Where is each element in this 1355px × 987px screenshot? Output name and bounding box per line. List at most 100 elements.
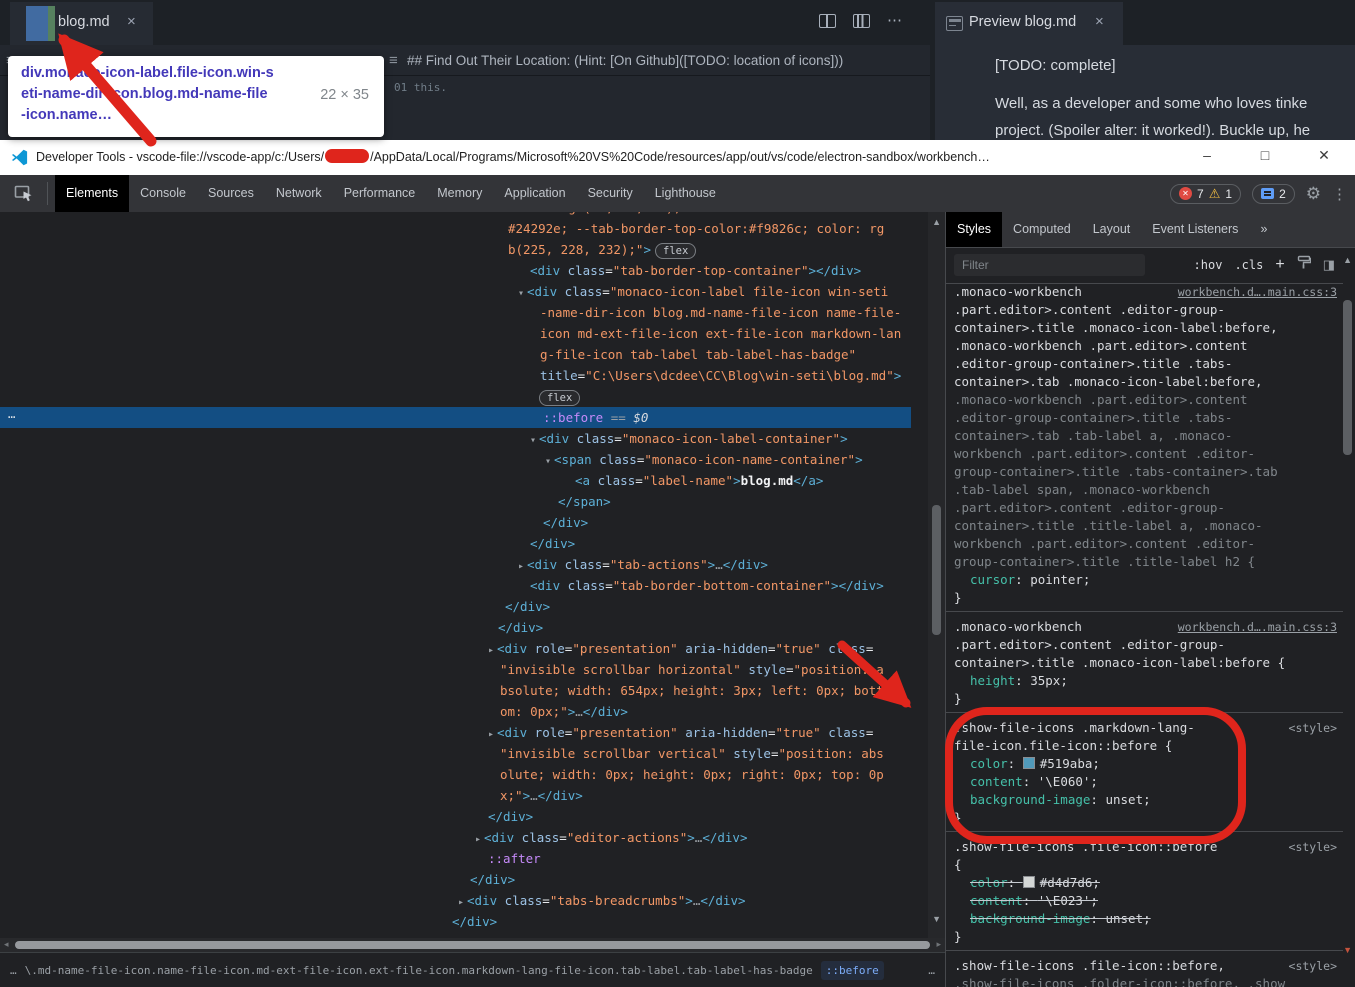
style-rule-property[interactable]: color: #519aba; <box>970 755 1339 773</box>
elements-tree-line[interactable]: </div> <box>498 617 543 638</box>
styles-tab-event-listeners[interactable]: Event Listeners <box>1141 212 1249 247</box>
rule-source-link[interactable]: workbench.d….main.css:3 <box>1178 283 1337 301</box>
elements-tree-line[interactable]: </span> <box>558 491 611 512</box>
style-rule-selector[interactable]: .tab-label span, .monaco-workbench <box>954 481 1339 499</box>
devtools-tab-elements[interactable]: Elements <box>55 175 129 212</box>
toggle-class-button[interactable]: .cls <box>1234 258 1263 272</box>
breadcrumb-item[interactable]: … <box>928 964 935 977</box>
style-rule-selector[interactable]: .show-file-icons .file-icon::before,<sty… <box>954 957 1339 975</box>
rule-source-link[interactable]: workbench.d….main.css:3 <box>1178 618 1337 636</box>
elements-tree-line[interactable]: ::after <box>488 848 541 869</box>
devtools-tab-sources[interactable]: Sources <box>197 175 265 212</box>
inspect-element-icon[interactable] <box>14 183 34 203</box>
style-rule-property[interactable]: color: #d4d7d6; <box>970 874 1339 892</box>
elements-scrollbar[interactable] <box>932 505 941 635</box>
styles-tab-styles[interactable]: Styles <box>946 212 1002 247</box>
elements-tree-line[interactable]: g-file-icon tab-label tab-label-has-badg… <box>540 344 856 365</box>
scroll-up-icon[interactable]: ▲ <box>1343 255 1352 265</box>
console-errors-badge[interactable]: ✕ 7 ⚠ 1 <box>1170 184 1241 204</box>
elements-tree-line[interactable]: <div class="tab-border-top-container"></… <box>530 260 861 281</box>
elements-tree-line[interactable]: <a class="label-name">blog.md</a> <box>575 470 823 491</box>
elements-tree-line[interactable]: ::before == $0 <box>543 407 648 428</box>
close-button[interactable]: ✕ <box>1309 147 1339 164</box>
style-rule-selector[interactable]: .editor-group-container>.title .tabs- <box>954 409 1339 427</box>
elements-tree-line[interactable]: </div> <box>543 512 588 533</box>
style-rule-selector[interactable]: .part.editor>.content .editor-group- <box>954 301 1339 319</box>
devtools-tab-network[interactable]: Network <box>265 175 333 212</box>
devtools-tab-performance[interactable]: Performance <box>333 175 427 212</box>
style-rule-property[interactable]: content: '\E023'; <box>970 892 1339 910</box>
elements-tree-line[interactable]: b(225, 228, 232);">flex <box>508 239 696 262</box>
style-rule-selector[interactable]: .editor-group-container>.title .tabs- <box>954 355 1339 373</box>
elements-tree-line[interactable]: ▸<div class="editor-actions">…</div> <box>475 827 747 850</box>
style-rule-property[interactable]: cursor: pointer; <box>970 571 1339 589</box>
devtools-tab-console[interactable]: Console <box>129 175 197 212</box>
styles-filter-input[interactable] <box>954 254 1145 276</box>
elements-tree-line[interactable]: "invisible scrollbar vertical" style="po… <box>500 743 884 764</box>
style-rule-selector[interactable]: .monaco-workbench .part.editor>.content <box>954 391 1339 409</box>
style-rule-selector[interactable]: .monaco-workbench .part.editor>.content <box>954 337 1339 355</box>
breadcrumb-item[interactable]: … <box>10 964 17 977</box>
elements-tree-line[interactable]: </div> <box>530 533 575 554</box>
scroll-left-icon[interactable]: ◂ <box>4 939 9 950</box>
breadcrumb-pseudo-before[interactable]: ::before <box>821 961 884 980</box>
new-style-rule-button[interactable]: + <box>1275 256 1284 274</box>
styles-tab-layout[interactable]: Layout <box>1082 212 1142 247</box>
scroll-up-icon[interactable]: ▲ <box>932 217 941 227</box>
style-rule-selector[interactable]: file-icon.file-icon::before { <box>954 737 1339 755</box>
style-rule-selector[interactable]: .show-file-icons .markdown-lang-<style> <box>954 719 1339 737</box>
styles-scrollbar[interactable] <box>1343 300 1352 455</box>
devtools-tab-application[interactable]: Application <box>493 175 576 212</box>
style-rule-selector[interactable]: group-container>.title .tabs-container>.… <box>954 463 1339 481</box>
elements-tree-line[interactable]: ▸<div role="presentation" aria-hidden="t… <box>488 722 873 745</box>
elements-tree-line[interactable]: #24292e; --tab-border-top-color:#f9826c;… <box>508 218 884 239</box>
elements-tree-line[interactable]: om: 0px;">…</div> <box>500 701 628 722</box>
style-rule-selector[interactable]: .monaco-workbenchworkbench.d….main.css:3 <box>954 618 1339 636</box>
styles-tab-»[interactable]: » <box>1249 212 1278 247</box>
style-rule-selector[interactable]: container>.tab .tab-label a, .monaco- <box>954 427 1339 445</box>
style-rule-selector[interactable]: .part.editor>.content .editor-group- <box>954 636 1339 654</box>
devtools-tab-memory[interactable]: Memory <box>426 175 493 212</box>
scroll-right-icon[interactable]: ▸ <box>936 939 941 950</box>
style-rule-selector[interactable]: .part.editor>.content .editor-group- <box>954 499 1339 517</box>
elements-tree-line[interactable]: olute; width: 0px; height: 0px; right: 0… <box>500 764 884 785</box>
elements-tree-line[interactable]: ▾<div class="monaco-icon-label file-icon… <box>518 281 888 304</box>
rendering-emulation-icon[interactable] <box>1297 255 1311 275</box>
style-rule-property[interactable]: background-image: unset; <box>970 791 1339 809</box>
style-rule-selector[interactable]: container>.title .monaco-icon-label:befo… <box>954 319 1339 337</box>
scroll-down-icon[interactable]: ▼ <box>932 914 941 924</box>
elements-tree-line[interactable]: ▸<div class="tabs-breadcrumbs">…</div> <box>458 890 746 913</box>
issues-badge[interactable]: 2 <box>1252 184 1295 204</box>
tab-preview-blog-md[interactable]: Preview blog.md × <box>935 2 1123 45</box>
elements-tree-line[interactable]: title="C:\Users\dcdee\CC\Blog\win-seti\b… <box>540 365 901 386</box>
more-actions-icon[interactable]: ⋯ <box>887 15 902 27</box>
elements-tree-line[interactable]: bsolute; width: 654px; height: 3px; left… <box>500 680 884 701</box>
style-rule-selector[interactable]: .show-file-icons .folder-icon::before, .… <box>954 975 1339 987</box>
style-rule-selector[interactable]: workbench .part.editor>.content .editor- <box>954 535 1339 553</box>
minimize-button[interactable]: – <box>1192 147 1222 163</box>
tab-blog-md[interactable]: blog.md × <box>10 2 153 45</box>
elements-tree-line[interactable]: ▾<span class="monaco-icon-name-container… <box>545 449 863 472</box>
devtools-menu-icon[interactable]: ⋮ <box>1332 185 1347 203</box>
style-rule-selector[interactable]: container>.title .monaco-icon-label:befo… <box>954 654 1339 672</box>
style-rule-selector[interactable]: container>.title .title-label a, .monaco… <box>954 517 1339 535</box>
style-rule-property[interactable]: height: 35px; <box>970 672 1339 690</box>
elements-tree-line[interactable]: ▸<div role="presentation" aria-hidden="t… <box>488 638 873 661</box>
dock-panel-icon[interactable]: ◨ <box>1323 257 1335 273</box>
elements-tree-line[interactable]: flex <box>535 386 580 409</box>
close-tab-icon[interactable]: × <box>127 13 136 30</box>
breadcrumb-item[interactable]: \.md-name-file-icon.name-file-icon.md-ex… <box>25 964 813 977</box>
elements-tree-line[interactable]: </div> <box>452 911 497 932</box>
elements-tree-line[interactable]: x;">…</div> <box>500 785 583 806</box>
split-editor-icon[interactable] <box>819 14 836 28</box>
style-rule-selector[interactable]: { <box>954 856 1339 874</box>
selected-element-row[interactable]: ⋯ <box>0 407 911 428</box>
elements-tree-line[interactable]: icon md-ext-file-icon ext-file-icon mark… <box>540 323 901 344</box>
settings-gear-icon[interactable]: ⚙ <box>1306 184 1321 204</box>
elements-tree-line[interactable]: <div class="tab-border-bottom-container"… <box>530 575 884 596</box>
style-rule-selector[interactable]: group-container>.title .title-label h2 { <box>954 553 1339 571</box>
style-rule-selector[interactable]: workbench .part.editor>.content .editor- <box>954 445 1339 463</box>
style-rule-selector[interactable]: .show-file-icons .file-icon::before<styl… <box>954 838 1339 856</box>
close-preview-tab-icon[interactable]: × <box>1095 13 1104 30</box>
elements-tree-line[interactable]: -name-dir-icon blog.md-name-file-icon na… <box>540 302 901 323</box>
